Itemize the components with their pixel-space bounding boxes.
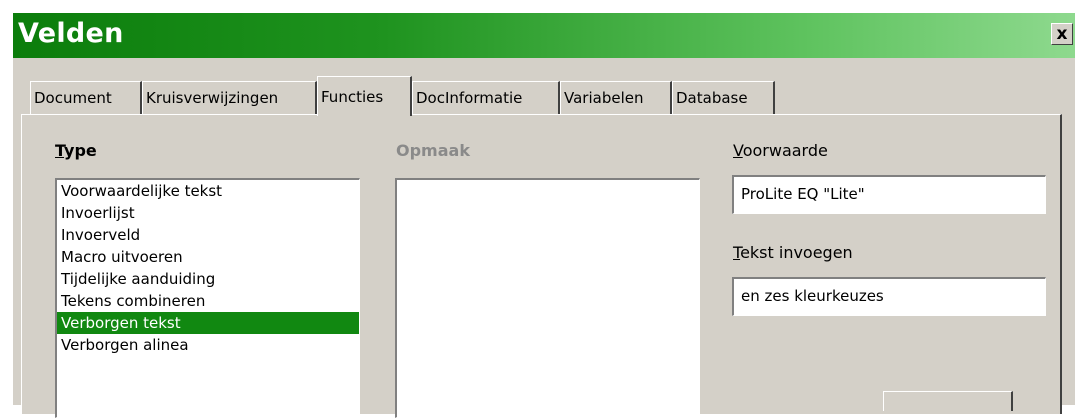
condition-label: Voorwaarde: [733, 141, 828, 160]
tab-database[interactable]: Database: [672, 81, 775, 114]
type-list-item[interactable]: Tijdelijke aanduiding: [57, 268, 359, 290]
type-label-rest: ype: [64, 141, 97, 160]
type-list-item[interactable]: Invoerlijst: [57, 202, 359, 224]
type-label-mnemonic: T: [55, 141, 65, 160]
condition-input[interactable]: ProLite EQ "Lite": [732, 175, 1046, 214]
type-label: Type: [55, 141, 97, 160]
dialog-button-partial[interactable]: [883, 391, 1013, 411]
condition-label-mnemonic: V: [733, 141, 743, 160]
condition-label-rest: oorwaarde: [742, 141, 828, 160]
tab-functies[interactable]: Functies: [317, 76, 412, 116]
tab-label: DocInformatie: [416, 89, 523, 107]
format-label: Opmaak: [396, 141, 470, 160]
type-list-item[interactable]: Macro uitvoeren: [57, 246, 359, 268]
tab-label: Kruisverwijzingen: [146, 89, 279, 107]
close-icon: x: [1056, 24, 1068, 44]
tab-kruisverwijzingen[interactable]: Kruisverwijzingen: [142, 81, 317, 114]
insert-text-input[interactable]: en zes kleurkeuzes: [732, 277, 1046, 316]
format-listbox[interactable]: [395, 178, 700, 418]
tab-docinformatie[interactable]: DocInformatie: [412, 81, 560, 114]
dialog-title: Velden: [18, 18, 124, 49]
insert-text-label-rest: ekst invoegen: [740, 243, 853, 262]
tab-label: Functies: [321, 88, 384, 106]
type-listbox[interactable]: Voorwaardelijke tekst Invoerlijst Invoerve…: [55, 178, 360, 418]
type-list-item[interactable]: Invoerveld: [57, 224, 359, 246]
close-button[interactable]: x: [1051, 23, 1073, 45]
title-bar[interactable]: Velden x: [13, 13, 1075, 58]
tab-label: Document: [34, 89, 112, 107]
insert-text-label: Tekst invoegen: [733, 243, 853, 262]
tab-document[interactable]: Document: [30, 81, 142, 114]
type-list-item[interactable]: Tekens combineren: [57, 290, 359, 312]
type-list-item[interactable]: Voorwaardelijke tekst: [57, 180, 359, 202]
tab-label: Database: [676, 89, 748, 107]
tab-label: Variabelen: [564, 89, 644, 107]
type-list-item[interactable]: Verborgen alinea: [57, 334, 359, 356]
type-list-item[interactable]: Verborgen tekst: [57, 312, 359, 334]
insert-text-label-mnemonic: T: [733, 243, 741, 262]
tab-variabelen[interactable]: Variabelen: [560, 81, 672, 114]
